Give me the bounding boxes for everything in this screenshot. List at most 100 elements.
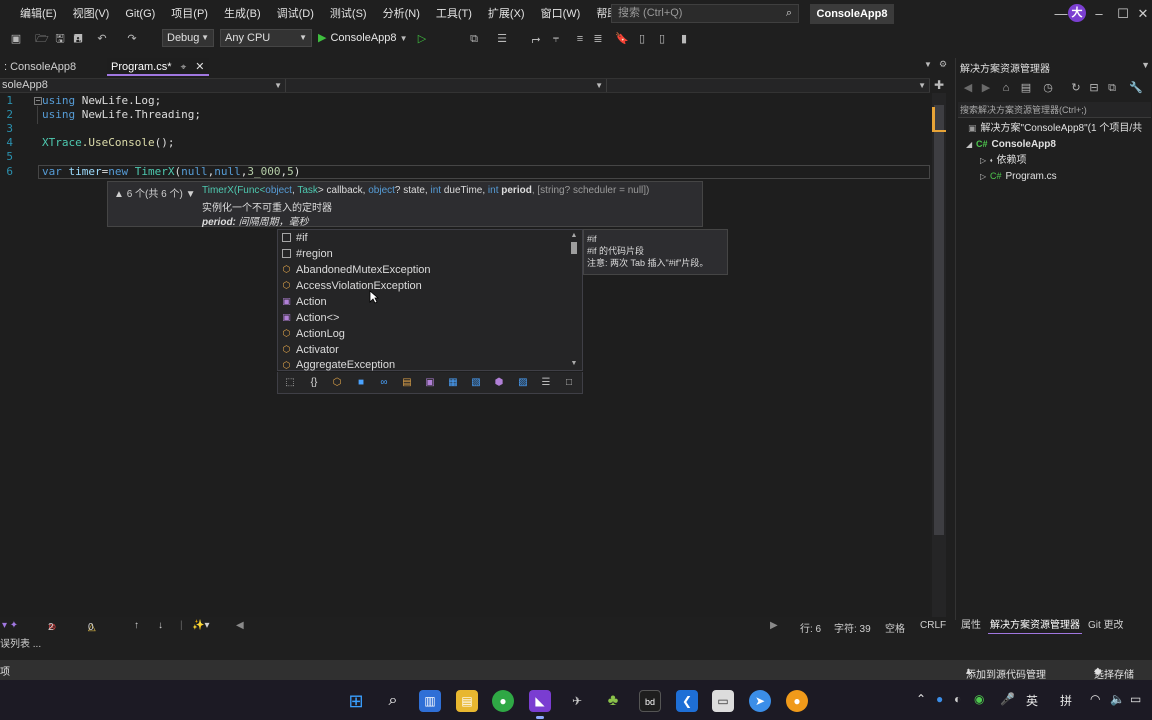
snippet-filter-icon[interactable]: □ [562, 376, 576, 390]
menu-debug[interactable]: 调试(D) [269, 0, 322, 28]
chrome-icon[interactable]: ● [492, 690, 514, 712]
tree-item-solution[interactable]: ▣ 解决方案"ConsoleApp8"(1 个项目/共 [968, 120, 1142, 136]
ime-mode[interactable]: 拼 [1060, 692, 1072, 709]
tray-overflow-icon[interactable]: ⌃ [916, 692, 926, 706]
up-arrow-icon[interactable]: ▲ [114, 189, 124, 200]
undo-icon[interactable]: ↶ [94, 31, 110, 47]
scroll-up-icon[interactable]: ▲ [569, 232, 579, 239]
save-all-icon[interactable]: 🖪 [70, 31, 86, 47]
close-icon[interactable]: ✕ [1128, 0, 1152, 28]
browser-link-icon[interactable]: ⧉ [466, 31, 482, 47]
overload-counter[interactable]: ▲ 6 个(共 6 个) ▼ [114, 189, 196, 200]
enum-filter-icon[interactable]: ▤ [400, 376, 414, 390]
close-icon[interactable]: ✕ [195, 61, 204, 73]
wechat-icon[interactable]: ◉ [974, 692, 984, 706]
ime-language[interactable]: 英 [1026, 692, 1038, 709]
window-app-icon[interactable]: ▭ [712, 690, 734, 712]
chevron-right-icon[interactable]: ▷ [980, 153, 990, 169]
start-without-debug-icon[interactable]: ▷ [414, 31, 430, 47]
show-all-files-icon[interactable]: ⧉ [1104, 80, 1120, 96]
list-item[interactable]: ⬡ Activator [278, 342, 568, 358]
uncomment-icon[interactable]: ≣ [590, 31, 606, 47]
extension-filter-icon[interactable]: ▨ [516, 376, 530, 390]
volume-icon[interactable]: 🔈 [1110, 692, 1125, 706]
keyword-filter-icon[interactable]: ☰ [539, 376, 553, 390]
hierarchy-icon[interactable]: ⫧ [548, 31, 564, 47]
menu-edit[interactable]: 编辑(E) [0, 0, 65, 28]
file-explorer-icon[interactable]: ▤ [456, 690, 478, 712]
clover-icon[interactable]: ♣ [602, 690, 624, 712]
whitespace-indicator[interactable]: 空格 [885, 620, 905, 635]
visual-studio-icon[interactable]: ◣ [529, 690, 551, 712]
split-icon[interactable]: ✚ [934, 78, 944, 92]
tab-git-changes[interactable]: Git 更改 [1086, 618, 1126, 634]
next-bookmark-icon[interactable]: ▯ [654, 31, 670, 47]
task-view-icon[interactable]: ▥ [419, 690, 441, 712]
list-item[interactable]: ▣ Action [278, 294, 568, 310]
code-cleanup-icon[interactable]: ✨▾ [192, 620, 209, 631]
clear-bookmarks-icon[interactable]: ▮ [676, 31, 692, 47]
menu-window[interactable]: 窗口(W) [533, 0, 589, 28]
tree-item-program-cs[interactable]: ▷ C# Program.cs [980, 168, 1057, 184]
tray-app-icon[interactable]: ◐ [954, 692, 961, 706]
next-issue-icon[interactable]: ↓ [158, 620, 163, 631]
editor-vertical-scrollbar[interactable] [932, 93, 946, 617]
menu-project[interactable]: 项目(P) [163, 0, 216, 28]
open-folder-icon[interactable]: 🗁 [34, 31, 50, 47]
struct-filter-icon[interactable]: ■ [354, 376, 368, 390]
solution-config-select[interactable]: Debug ▼ [162, 29, 214, 47]
namespace-filter-icon[interactable]: {} [307, 376, 321, 390]
remote-desktop-icon[interactable]: ✈ [566, 690, 588, 712]
gear-icon[interactable]: ⚙ [939, 59, 947, 70]
local-filter-icon[interactable]: ▧ [469, 376, 483, 390]
method-filter-icon[interactable]: ⬢ [492, 376, 506, 390]
tab-program-cs[interactable]: Program.cs* ⌖ ✕ [107, 58, 209, 76]
menu-test[interactable]: 测试(S) [322, 0, 375, 28]
start-menu-icon[interactable]: ⊞ [345, 690, 367, 712]
list-item[interactable]: ▣ Action<> [278, 310, 568, 326]
comment-icon[interactable]: ≡ [572, 31, 588, 47]
error-list-tab[interactable]: 误列表 ... [0, 636, 952, 654]
search-icon[interactable]: ⌕ [382, 690, 404, 712]
chevron-right-icon[interactable]: ▷ [980, 169, 990, 185]
interface-filter-icon[interactable]: ∞ [377, 376, 391, 390]
menu-view[interactable]: 视图(V) [65, 0, 118, 28]
step-icon[interactable]: ⮣ [528, 31, 544, 47]
zoom-icon[interactable]: ▾ ✦ [2, 620, 18, 631]
record-app-icon[interactable]: ● [786, 690, 808, 712]
menu-build[interactable]: 生成(B) [216, 0, 269, 28]
back-icon[interactable]: ◀ [960, 80, 976, 96]
column-indicator[interactable]: 字符: 39 [834, 620, 871, 635]
pending-changes-icon[interactable]: ◷ [1040, 80, 1056, 96]
battery-icon[interactable]: ▭ [1130, 692, 1141, 706]
prev-issue-icon[interactable]: ↑ [134, 620, 139, 631]
tray-app-icon[interactable]: ● [936, 692, 943, 706]
bookmark-icon[interactable]: 🔖 [614, 31, 630, 47]
global-search-input[interactable]: 搜索 (Ctrl+Q) ⌕ [611, 4, 799, 23]
scrollbar-thumb[interactable] [571, 242, 577, 254]
refresh-icon[interactable]: ↻ [1068, 80, 1084, 96]
pin-icon[interactable]: ⌖ [181, 62, 187, 73]
new-project-icon[interactable]: ▣ [8, 31, 24, 47]
class-filter-icon[interactable]: ⬡ [330, 376, 344, 390]
tree-item-dependencies[interactable]: ▷ ⬪ 依赖项 [980, 152, 1027, 168]
microphone-icon[interactable]: 🎤 [1000, 692, 1015, 706]
scroll-down-icon[interactable]: ▼ [569, 360, 579, 367]
vscode-icon[interactable]: ❮ [676, 690, 698, 712]
wifi-icon[interactable]: ◠ [1090, 692, 1100, 706]
menu-git[interactable]: Git(G) [117, 0, 163, 28]
save-icon[interactable]: 🖫 [52, 31, 68, 47]
redo-icon[interactable]: ↷ [124, 31, 140, 47]
start-debugging-button[interactable]: ▶ ConsoleApp8 ▼ [318, 29, 408, 47]
tab-properties[interactable]: 属性 [959, 618, 983, 634]
tab-project[interactable]: : ConsoleApp8 [0, 58, 104, 76]
list-item[interactable]: #if [278, 230, 568, 246]
list-item[interactable]: ⬡ ActionLog [278, 326, 568, 342]
wrench-icon[interactable]: 🔧 [1128, 80, 1144, 96]
prev-bookmark-icon[interactable]: ▯ [634, 31, 650, 47]
layout-icon[interactable]: ☰ [494, 31, 510, 47]
list-item[interactable]: #region [278, 246, 568, 262]
list-item[interactable]: ⬡ AggregateException [278, 358, 568, 371]
list-item[interactable]: ⬡ AbandonedMutexException [278, 262, 568, 278]
collapse-all-icon[interactable]: ⊟ [1086, 80, 1102, 96]
